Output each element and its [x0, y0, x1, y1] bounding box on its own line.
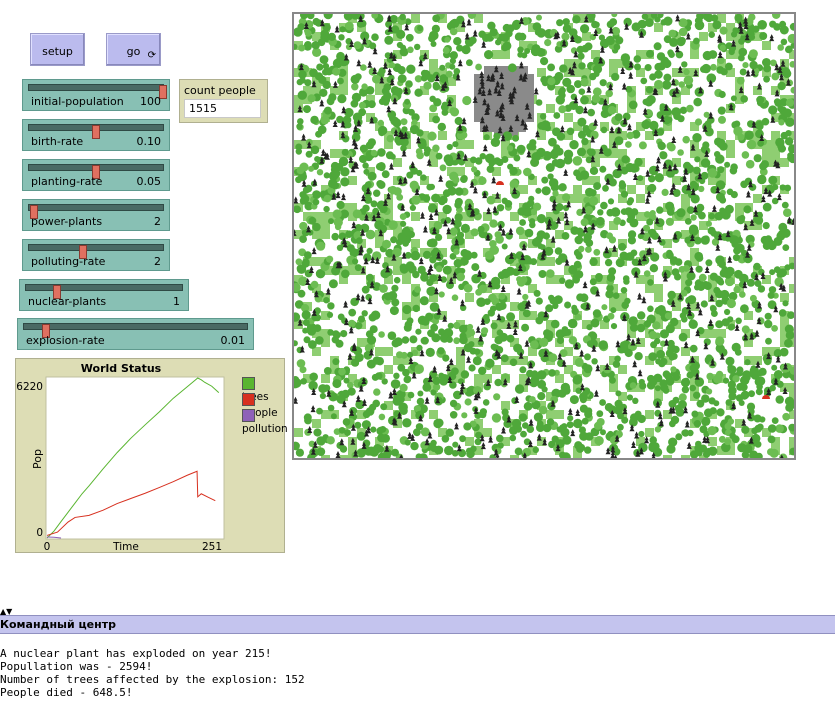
legend-swatch: [242, 393, 255, 406]
y-min-tick: 0: [36, 527, 43, 539]
slider-knob[interactable]: [92, 125, 100, 139]
go-button[interactable]: go ⟳: [106, 33, 161, 66]
slider-value: 100: [140, 95, 161, 108]
slider-label: nuclear-plants: [28, 295, 107, 308]
output-line: A nuclear plant has exploded on year 215…: [0, 647, 272, 660]
forever-arrows-icon: ⟳: [147, 50, 156, 61]
slider-label: initial-population: [31, 95, 124, 108]
slider-track[interactable]: [28, 244, 164, 259]
monitor-value: 1515: [184, 99, 261, 118]
monitor-label: count people: [184, 84, 256, 97]
slider-value: 0.10: [136, 135, 162, 148]
x-min-tick: 0: [44, 541, 51, 553]
slider-power-plants[interactable]: power-plants 2: [22, 199, 170, 231]
setup-button-label: setup: [42, 45, 73, 58]
nuclear-plant-icon: [496, 181, 504, 185]
x-axis-label: Time: [112, 541, 139, 553]
legend-swatch: [242, 377, 255, 390]
command-center-title: Командный центр: [0, 615, 835, 634]
output-line: People died - 648.5!: [0, 686, 133, 699]
slider-label: birth-rate: [31, 135, 84, 148]
plot-canvas: [45, 376, 225, 540]
slider-value: 1: [173, 295, 180, 308]
slider-value: 0.05: [136, 175, 162, 188]
slider-birth-rate[interactable]: birth-rate 0.10: [22, 119, 170, 151]
slider-track[interactable]: [28, 124, 164, 139]
slider-label: explosion-rate: [26, 334, 105, 347]
slider-planting-rate[interactable]: planting-rate 0.05: [22, 159, 170, 191]
slider-value: 2: [154, 215, 161, 228]
slider-nuclear-plants[interactable]: nuclear-plants 1: [19, 279, 189, 311]
slider-initial-population[interactable]: initial-population 100: [22, 79, 170, 111]
slider-label: power-plants: [31, 215, 103, 228]
legend-item-pollution: pollution: [242, 409, 288, 435]
command-center-output: A nuclear plant has exploded on year 215…: [0, 634, 835, 699]
slider-polluting-rate[interactable]: polluting-rate 2: [22, 239, 170, 271]
world-status-plot: World Status 6220 0 0 251 Time Pop trees…: [15, 358, 288, 553]
slider-track[interactable]: [23, 323, 248, 338]
slider-track[interactable]: [28, 84, 167, 99]
slider-track[interactable]: [25, 284, 183, 299]
slider-label: polluting-rate: [31, 255, 106, 268]
x-max-tick: 251: [202, 541, 222, 553]
slider-label: planting-rate: [31, 175, 103, 188]
slider-value: 0.01: [220, 334, 246, 347]
world-view[interactable]: [292, 12, 796, 460]
y-axis-label: Pop: [31, 449, 44, 469]
legend-label: pollution: [242, 423, 288, 435]
count-people-monitor: count people 1515: [179, 79, 268, 123]
slider-explosion-rate[interactable]: explosion-rate 0.01: [17, 318, 254, 350]
setup-button[interactable]: setup: [30, 33, 85, 66]
slider-track[interactable]: [28, 204, 164, 219]
output-line: Number of trees affected by the explosio…: [0, 673, 305, 686]
world-canvas[interactable]: [294, 14, 794, 458]
output-line: Popullation was - 2594!: [0, 660, 153, 673]
slider-track[interactable]: [28, 164, 164, 179]
y-max-tick: 6220: [16, 381, 43, 393]
legend-swatch: [242, 409, 255, 422]
slider-value: 2: [154, 255, 161, 268]
